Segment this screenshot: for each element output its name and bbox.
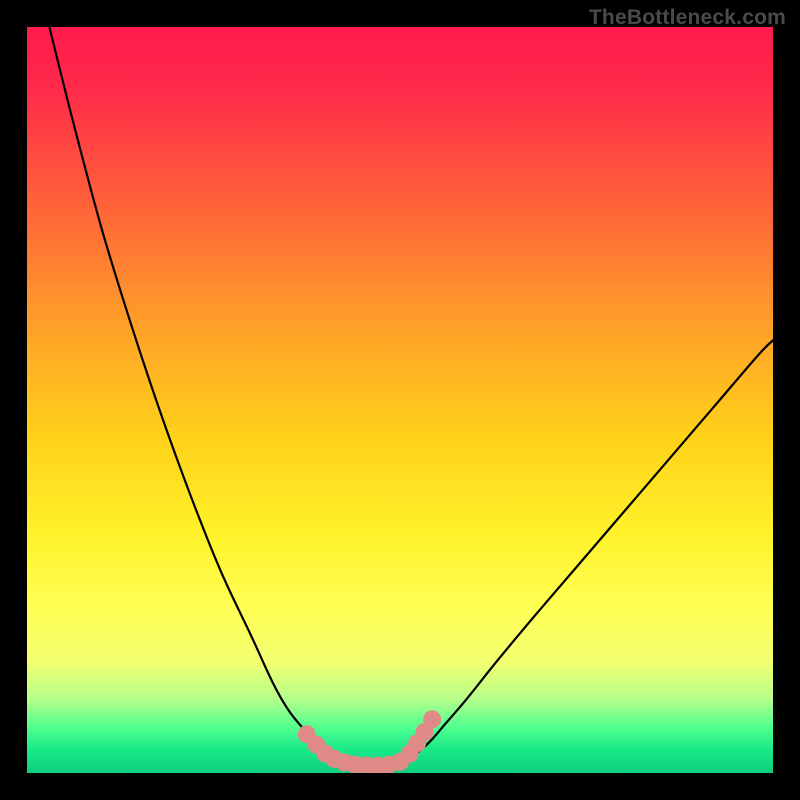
left-curve-path (49, 27, 370, 767)
chart-svg (27, 27, 773, 773)
brand-watermark: TheBottleneck.com (589, 6, 786, 30)
chart-frame: TheBottleneck.com (0, 0, 800, 800)
marker-cluster (298, 710, 441, 773)
marker-dot (423, 710, 441, 728)
series-layer (49, 27, 773, 773)
plot-area (27, 27, 773, 773)
right-curve-path (370, 340, 773, 767)
